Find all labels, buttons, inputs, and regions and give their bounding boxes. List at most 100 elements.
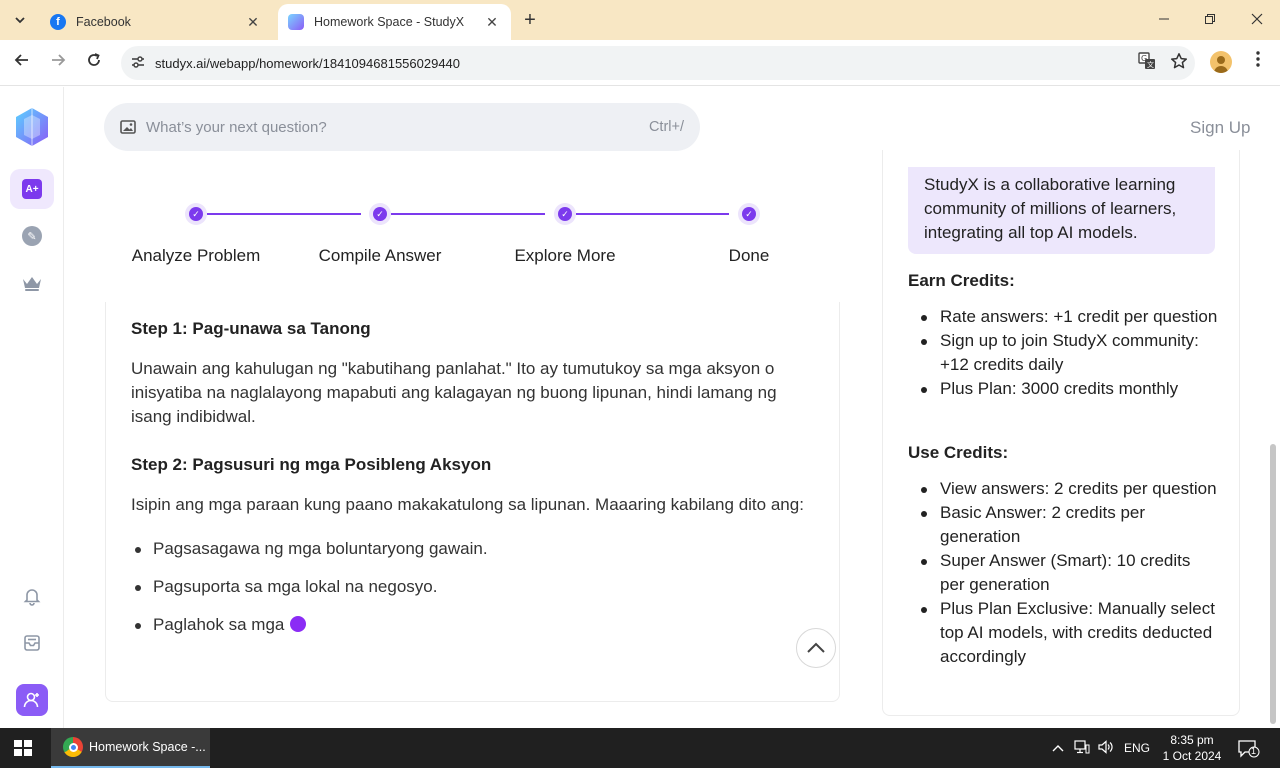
tab-title: Homework Space - StudyX [314, 15, 465, 29]
app-sidebar: A+ ✎ [0, 87, 64, 728]
restore-button[interactable] [1198, 8, 1222, 32]
new-tab-button[interactable]: + [518, 9, 542, 33]
answer-content: Step 1: Pag-unawa sa Tanong Unawain ang … [131, 317, 816, 651]
step1-text: Unawain ang kahulugan ng "kabutihang pan… [131, 359, 777, 426]
windows-taskbar: Homework Space -... ENG 8:35 pm 1 Oct 20… [0, 728, 1280, 768]
step-check-icon: ✓ [554, 203, 576, 225]
close-icon[interactable]: ✕ [483, 14, 501, 31]
sidebar-item-notifications[interactable] [10, 576, 54, 616]
site-info-icon[interactable] [121, 55, 155, 72]
studyx-logo-icon[interactable] [14, 107, 50, 147]
step2-text: Isipin ang mga paraan kung paano makakat… [131, 495, 804, 514]
account-button[interactable] [16, 684, 48, 716]
typing-indicator-icon [290, 616, 307, 632]
network-icon[interactable] [1074, 740, 1090, 756]
step-check-icon: ✓ [738, 203, 760, 225]
list-item: Plus Plan: 3000 credits monthly [908, 377, 1218, 401]
tab-title: Facebook [76, 15, 131, 29]
step-check-icon: ✓ [185, 203, 207, 225]
search-placeholder: What’s your next question? [146, 118, 327, 136]
earn-credits-heading: Earn Credits: [908, 271, 1015, 290]
svg-text:文: 文 [1147, 60, 1154, 69]
bell-icon [23, 589, 41, 606]
step-check-icon: ✓ [369, 203, 391, 225]
chrome-icon [63, 737, 83, 757]
list-item: Paglahok sa mga [131, 613, 816, 637]
user-add-icon [23, 692, 39, 708]
pencil-icon: ✎ [22, 226, 42, 246]
question-search-input[interactable]: What’s your next question? Ctrl+/ [104, 103, 700, 151]
progress-steps: ✓ ✓ ✓ ✓ Analyze Problem Compile Answer E… [104, 196, 840, 276]
more-menu-icon[interactable] [1248, 51, 1268, 75]
close-icon[interactable]: ✕ [244, 14, 262, 31]
browser-tab-strip: f Facebook ✕ Homework Space - StudyX ✕ + [0, 0, 1280, 40]
image-upload-icon[interactable] [120, 120, 136, 134]
studyx-favicon-icon [288, 14, 304, 30]
step-label-explore: Explore More [514, 246, 616, 265]
list-item: Basic Answer: 2 credits per generation [908, 501, 1218, 549]
tab-search-button[interactable] [7, 8, 33, 32]
minimize-button[interactable] [1152, 8, 1176, 32]
chevron-down-icon [15, 17, 25, 24]
page-scrollbar[interactable] [1270, 444, 1276, 724]
scroll-to-top-button[interactable] [796, 628, 836, 668]
windows-start-icon[interactable] [14, 740, 32, 756]
sidebar-item-homework[interactable]: A+ [10, 169, 54, 209]
use-credits-heading: Use Credits: [908, 443, 1009, 462]
list-item: Pagsuporta sa mga lokal na negosyo. [131, 575, 816, 599]
close-window-button[interactable] [1245, 8, 1269, 32]
reload-button[interactable] [82, 51, 106, 75]
answer-bullet-list: Pagsasagawa ng mga boluntaryong gawain. … [131, 537, 816, 637]
close-icon [1251, 13, 1263, 25]
url-text[interactable]: studyx.ai/webapp/homework/18410946815560… [155, 56, 1131, 71]
facebook-icon: f [50, 14, 66, 30]
arrow-left-icon [14, 54, 28, 66]
step-label-analyze: Analyze Problem [131, 246, 261, 265]
restore-icon [1205, 14, 1215, 24]
notification-count: 1 [1251, 746, 1257, 756]
sign-up-button[interactable]: Sign Up [1190, 118, 1250, 138]
tab-facebook[interactable]: f Facebook ✕ [40, 4, 272, 40]
bookmark-star-icon[interactable] [1163, 52, 1195, 74]
credits-info-card: StudyX is a collaborative learning commu… [882, 150, 1240, 716]
step1-heading: Step 1: Pag-unawa sa Tanong [131, 319, 371, 338]
use-credits-section: Use Credits: View answers: 2 credits per… [908, 441, 1218, 669]
taskbar-app-chrome[interactable]: Homework Space -... [51, 728, 210, 768]
studyx-intro: StudyX is a collaborative learning commu… [908, 167, 1215, 254]
step-label-done: Done [728, 246, 770, 265]
step-connector [576, 213, 729, 215]
clock-time: 8:35 pm [1170, 733, 1214, 747]
list-item: Sign up to join StudyX community: +12 cr… [908, 329, 1218, 377]
step-connector [207, 213, 361, 215]
answer-card: Step 1: Pag-unawa sa Tanong Unawain ang … [105, 302, 840, 702]
browser-toolbar: studyx.ai/webapp/homework/18410946815560… [0, 40, 1280, 86]
list-item: Super Answer (Smart): 10 credits per gen… [908, 549, 1218, 597]
volume-icon[interactable] [1098, 740, 1114, 756]
back-button[interactable] [10, 51, 34, 75]
reload-icon [88, 53, 100, 66]
earn-credits-section: Earn Credits: Rate answers: +1 credit pe… [908, 269, 1218, 401]
tab-homework-space[interactable]: Homework Space - StudyX ✕ [278, 4, 511, 40]
sidebar-item-write[interactable]: ✎ [10, 216, 54, 256]
sidebar-item-premium[interactable] [10, 263, 54, 303]
sidebar-item-inbox[interactable] [10, 623, 54, 663]
chevron-up-icon[interactable] [1050, 740, 1066, 756]
list-item: Plus Plan Exclusive: Manually select top… [908, 597, 1218, 669]
step-connector [391, 213, 545, 215]
list-item: Rate answers: +1 credit per question [908, 305, 1218, 329]
translate-icon[interactable]: G文 [1131, 52, 1163, 74]
address-bar[interactable]: studyx.ai/webapp/homework/18410946815560… [121, 46, 1195, 80]
list-item: Pagsasagawa ng mga boluntaryong gawain. [131, 537, 816, 561]
search-shortcut-hint: Ctrl+/ [648, 119, 684, 135]
step-label-compile: Compile Answer [318, 246, 442, 265]
arrow-right-icon [52, 54, 66, 66]
homework-icon: A+ [22, 179, 42, 199]
notification-center-icon[interactable]: 1 [1238, 740, 1260, 758]
language-indicator[interactable]: ENG [1124, 741, 1150, 755]
list-item: View answers: 2 credits per question [908, 477, 1218, 501]
taskbar-clock[interactable]: 8:35 pm 1 Oct 2024 [1158, 732, 1226, 764]
profile-avatar-icon[interactable] [1210, 51, 1232, 73]
minimize-icon [1159, 18, 1169, 20]
forward-button[interactable] [46, 51, 70, 75]
chevron-up-icon [807, 642, 825, 653]
